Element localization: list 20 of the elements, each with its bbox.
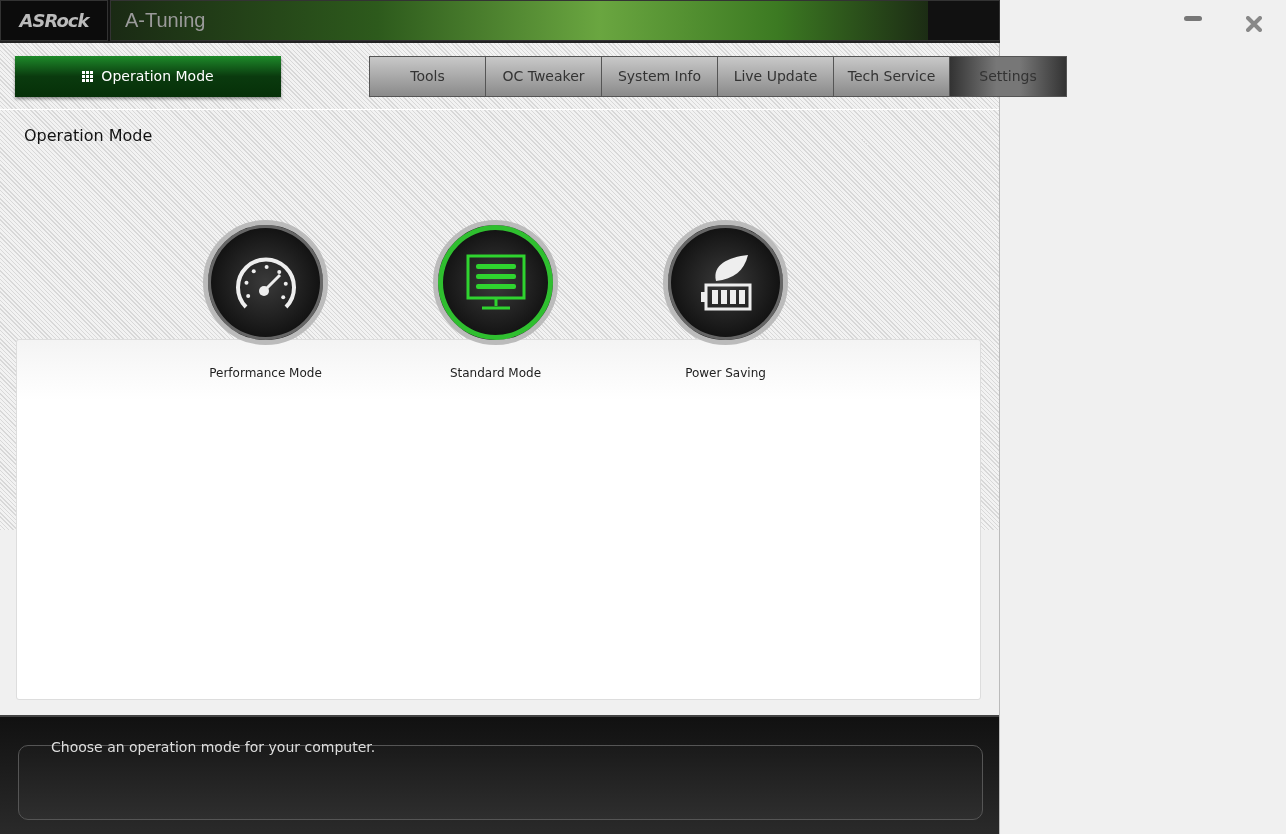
mode-label: Power Saving [685, 366, 766, 380]
brand-logo: ASRock [0, 0, 108, 41]
app-title: A-Tuning [125, 9, 206, 32]
grid-icon [82, 70, 94, 82]
mode-label: Standard Mode [449, 366, 542, 380]
mode-label: Performance Mode [209, 366, 322, 380]
section-title: Operation Mode [23, 125, 154, 147]
nav-tab[interactable]: Tech Service [834, 56, 950, 96]
speedometer-icon [233, 256, 298, 309]
close-button[interactable] [1244, 14, 1264, 34]
description-text: Choose an operation mode for your computer. [50, 739, 377, 755]
mode-button[interactable] [203, 220, 328, 345]
nav-tab[interactable]: System Info [602, 56, 718, 96]
nav-tab[interactable]: OC Tweaker [486, 56, 602, 96]
minimize-button[interactable] [1182, 14, 1204, 24]
mode-button[interactable] [663, 220, 788, 345]
mode-button[interactable] [433, 220, 558, 345]
operation-mode-button[interactable]: Operation Mode [15, 55, 281, 97]
nav-tab[interactable]: Live Update [718, 56, 834, 96]
nav-tab[interactable]: Tools [370, 56, 486, 96]
